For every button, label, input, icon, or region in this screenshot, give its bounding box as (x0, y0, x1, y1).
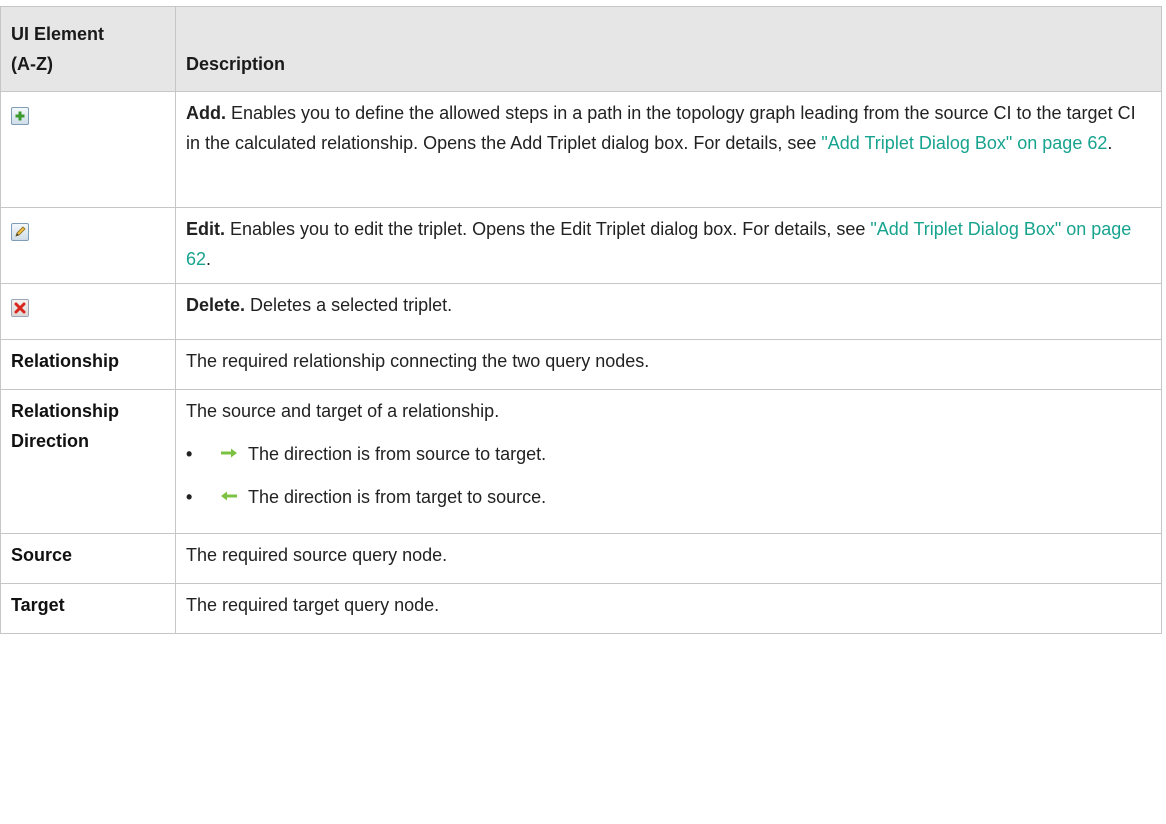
table-row-delete: Delete. Deletes a selected triplet. (0, 283, 1162, 340)
header-description: Description (175, 6, 1162, 92)
relationship-direction-name: Relationship Direction (0, 389, 176, 534)
table-row-add: Add. Enables you to define the allowed s… (0, 91, 1162, 208)
relationship-direction-line2: Direction (11, 431, 90, 451)
add-icon (11, 107, 29, 126)
arrow-left-icon (221, 491, 237, 501)
add-triplet-link[interactable]: "Add Triplet Dialog Box" on page 62 (821, 133, 1107, 153)
relationship-direction-description-cell: The source and target of a relationship.… (175, 389, 1162, 534)
relationship-description: The required relationship connecting the… (175, 339, 1162, 390)
edit-period: . (206, 249, 212, 269)
description-cell: Add. Enables you to define the allowed s… (175, 91, 1162, 208)
relationship-direction-description: The source and target of a relationship. (186, 401, 500, 421)
ui-element-cell (0, 207, 176, 284)
edit-label: Edit. (186, 219, 225, 239)
add-period: . (1107, 133, 1113, 153)
arrow-right-icon (221, 448, 237, 458)
description-cell: Delete. Deletes a selected triplet. (175, 283, 1162, 340)
table-header-row: UI Element (A-Z) Description (0, 6, 1162, 92)
direction-target-to-source: The direction is from target to source. (248, 487, 547, 507)
table-row-relationship: Relationship The required relationship c… (0, 339, 1162, 390)
source-name: Source (0, 533, 176, 584)
relationship-name: Relationship (0, 339, 176, 390)
edit-description: Enables you to edit the triplet. Opens t… (225, 219, 871, 239)
source-description: The required source query node. (175, 533, 1162, 584)
ui-element-cell (0, 91, 176, 208)
table-row-source: Source The required source query node. (0, 533, 1162, 584)
table-row-target: Target The required target query node. (0, 583, 1162, 634)
edit-icon (11, 223, 29, 242)
ui-elements-table: UI Element (A-Z) Description Add. Enable… (0, 6, 1162, 634)
direction-source-to-target: The direction is from source to target. (248, 444, 547, 464)
table-row-edit: Edit. Enables you to edit the triplet. O… (0, 207, 1162, 284)
ui-element-cell (0, 283, 176, 340)
header-ui-element: UI Element (A-Z) (0, 6, 176, 92)
target-name: Target (0, 583, 176, 634)
table-row-relationship-direction: Relationship Direction The source and ta… (0, 389, 1162, 534)
header-ui-element-line1: UI Element (11, 24, 105, 44)
delete-icon (11, 299, 29, 318)
delete-description: Deletes a selected triplet. (245, 295, 453, 315)
bullet: • (186, 444, 193, 464)
description-cell: Edit. Enables you to edit the triplet. O… (175, 207, 1162, 284)
header-ui-element-line2: (A-Z) (11, 54, 53, 74)
target-description: The required target query node. (175, 583, 1162, 634)
relationship-direction-line1: Relationship (11, 401, 120, 421)
list-item: • The direction is from source to target… (186, 439, 1151, 469)
add-label: Add. (186, 103, 226, 123)
bullet: • (186, 487, 193, 507)
direction-list: • The direction is from source to target… (186, 439, 1151, 512)
list-item: • The direction is from target to source… (186, 482, 1151, 512)
delete-label: Delete. (186, 295, 246, 315)
